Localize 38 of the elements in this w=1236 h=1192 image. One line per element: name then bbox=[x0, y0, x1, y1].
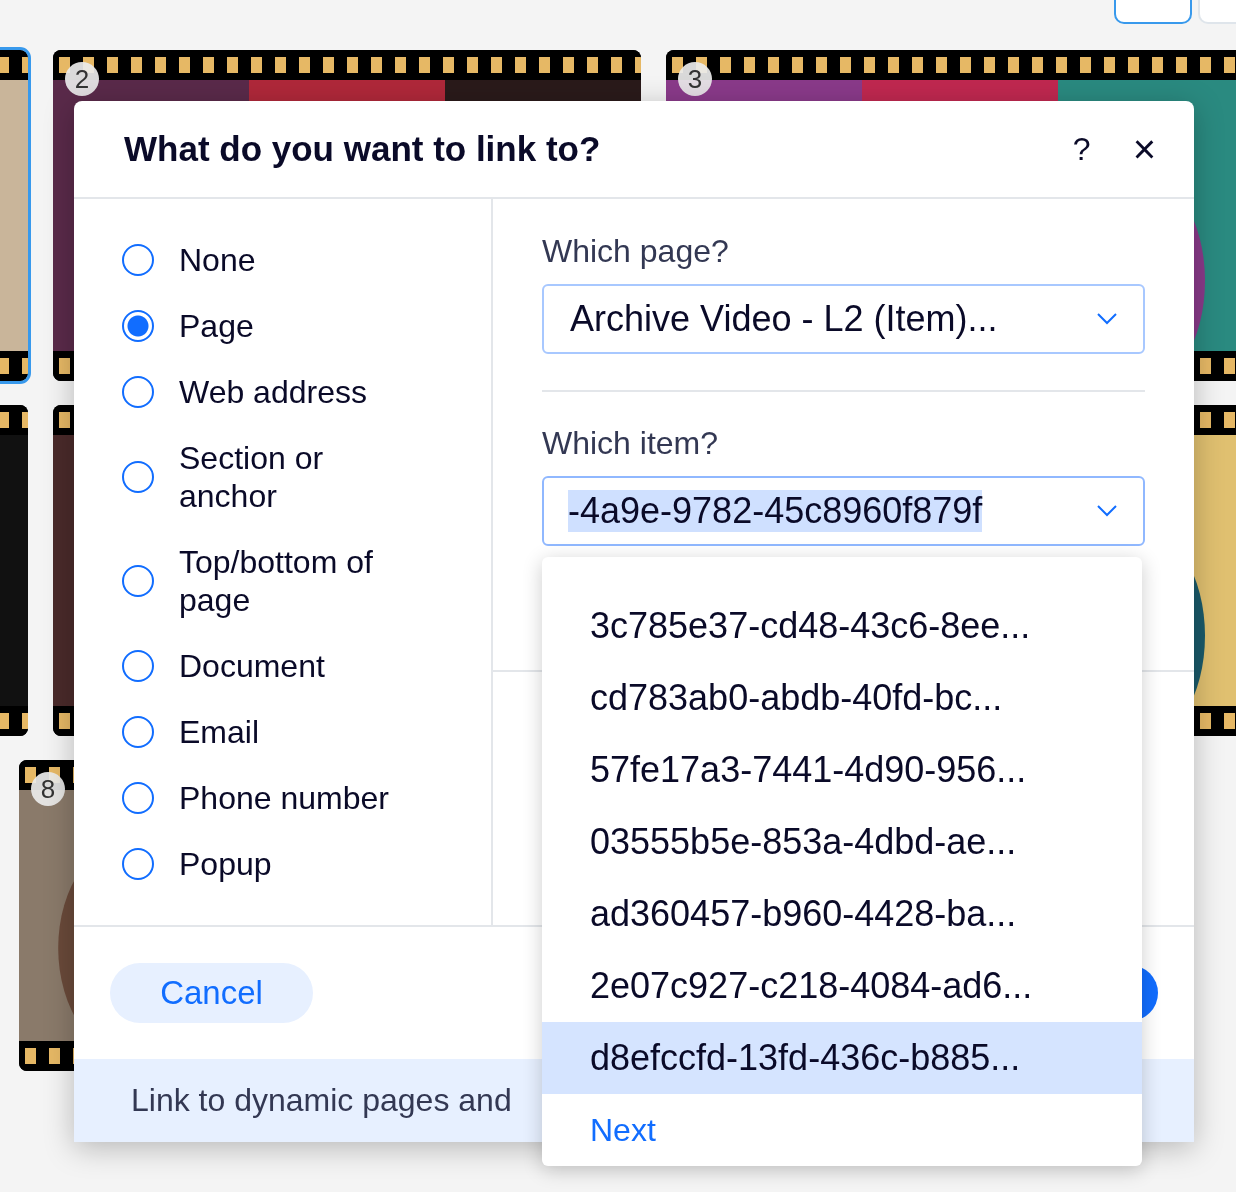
dropdown-option[interactable]: ad360457-b960-4428-ba... bbox=[542, 878, 1142, 950]
next-link[interactable]: Next bbox=[542, 1094, 1142, 1166]
option-label[interactable]: Phone number bbox=[179, 779, 419, 817]
radio-button[interactable] bbox=[122, 310, 154, 342]
option-label[interactable]: Popup bbox=[179, 845, 419, 883]
radio-button[interactable] bbox=[122, 716, 154, 748]
radio-button[interactable] bbox=[122, 782, 154, 814]
option-label[interactable]: Document bbox=[179, 647, 419, 685]
radio-button[interactable] bbox=[122, 848, 154, 880]
option-label[interactable]: Web address bbox=[179, 373, 419, 411]
radio-button[interactable] bbox=[122, 244, 154, 276]
close-button[interactable]: × bbox=[1126, 126, 1162, 172]
help-button[interactable]: ? bbox=[1066, 130, 1097, 168]
field-label: Which page? bbox=[542, 232, 730, 270]
dropdown-option[interactable]: cd783ab0-abdb-40fd-bc... bbox=[542, 662, 1142, 734]
radio-button[interactable] bbox=[122, 461, 154, 493]
radio-button[interactable] bbox=[122, 650, 154, 682]
chevron-down-icon bbox=[1097, 505, 1117, 517]
option-label[interactable]: Page bbox=[179, 307, 419, 345]
option-label[interactable]: Section or anchor bbox=[179, 439, 419, 515]
radio-button[interactable] bbox=[122, 376, 154, 408]
dropdown-option[interactable]: 3c785e37-cd48-43c6-8ee... bbox=[542, 590, 1142, 662]
option-label[interactable]: Top/bottom of page bbox=[179, 543, 419, 619]
option-label[interactable]: Email bbox=[179, 713, 419, 751]
dropdown-option[interactable]: 57fe17a3-7441-4d90-956... bbox=[542, 734, 1142, 806]
chevron-down-icon bbox=[1097, 313, 1117, 325]
cancel-button[interactable]: Cancel bbox=[110, 963, 313, 1023]
field-label: Which item? bbox=[542, 424, 720, 462]
view-toggle[interactable] bbox=[1114, 0, 1192, 24]
page-dropdown[interactable]: Archive Video - L2 (Item)... bbox=[542, 284, 1145, 354]
info-text: Link to dynamic pages and bbox=[131, 1082, 512, 1119]
dropdown-option[interactable]: 03555b5e-853a-4dbd-ae... bbox=[542, 806, 1142, 878]
item-dropdown[interactable]: -4a9e-9782-45c8960f879f bbox=[542, 476, 1145, 546]
dialog-title: What do you want to link to? bbox=[124, 129, 602, 169]
dropdown-option[interactable]: 2e07c927-c218-4084-ad6... bbox=[542, 950, 1142, 1022]
radio-button[interactable] bbox=[122, 565, 154, 597]
option-label[interactable]: None bbox=[179, 241, 419, 279]
dropdown-option[interactable]: d8efccfd-13fd-436c-b885... bbox=[542, 1022, 1142, 1094]
